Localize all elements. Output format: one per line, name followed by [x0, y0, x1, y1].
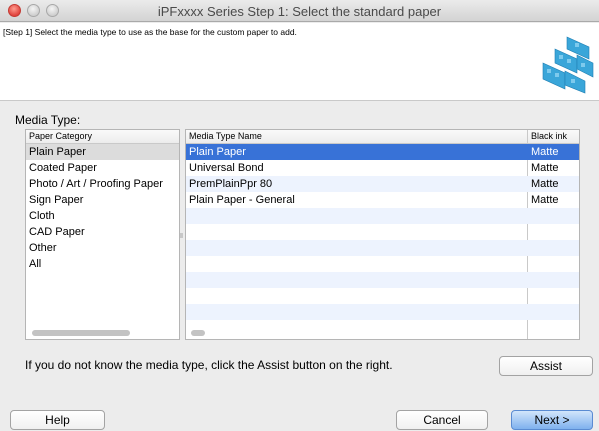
paper-category-header[interactable]: Paper Category	[26, 130, 179, 144]
empty-row	[186, 240, 579, 256]
media-name-cell: Plain Paper	[189, 146, 246, 158]
empty-row	[186, 288, 579, 304]
black-ink-cell: Matte	[531, 178, 559, 190]
step-instruction: [Step 1] Select the media type to use as…	[3, 27, 297, 37]
category-horizontal-scrollbar[interactable]	[32, 330, 130, 336]
category-item[interactable]: Plain Paper	[26, 144, 179, 160]
next-button[interactable]: Next >	[511, 410, 593, 430]
table-row[interactable]: Plain Paper Matte	[186, 144, 579, 160]
media-table-header: Media Type Name Black ink	[186, 130, 579, 144]
wizard-header: [Step 1] Select the media type to use as…	[0, 23, 599, 101]
window-title: iPFxxxx Series Step 1: Select the standa…	[157, 4, 442, 19]
category-item[interactable]: Photo / Art / Proofing Paper	[26, 176, 179, 192]
empty-row	[186, 208, 579, 224]
empty-row	[186, 304, 579, 320]
category-item[interactable]: Other	[26, 240, 179, 256]
empty-row	[186, 224, 579, 240]
media-name-cell: Plain Paper - General	[189, 194, 295, 206]
media-type-name-header[interactable]: Media Type Name	[189, 131, 262, 141]
black-ink-cell: Matte	[531, 194, 559, 206]
media-name-cell: Universal Bond	[189, 162, 264, 174]
paper-category-list[interactable]: Paper Category Plain Paper Coated Paper …	[25, 129, 180, 340]
black-ink-cell: Matte	[531, 146, 559, 158]
media-type-table[interactable]: Media Type Name Black ink Plain Paper Ma…	[185, 129, 580, 340]
table-row[interactable]: Plain Paper - General Matte	[186, 192, 579, 208]
empty-row	[186, 256, 579, 272]
category-item[interactable]: CAD Paper	[26, 224, 179, 240]
category-item[interactable]: Cloth	[26, 208, 179, 224]
black-ink-cell: Matte	[531, 162, 559, 174]
media-type-label: Media Type:	[15, 113, 81, 127]
cancel-button[interactable]: Cancel	[396, 410, 488, 430]
category-item[interactable]: Coated Paper	[26, 160, 179, 176]
table-row[interactable]: PremPlainPpr 80 Matte	[186, 176, 579, 192]
paper-stack-logo-icon	[542, 36, 594, 94]
assist-hint-text: If you do not know the media type, click…	[25, 358, 393, 372]
category-item[interactable]: All	[26, 256, 179, 272]
title-bar: iPFxxxx Series Step 1: Select the standa…	[0, 0, 599, 22]
media-name-cell: PremPlainPpr 80	[189, 178, 273, 190]
assist-button[interactable]: Assist	[499, 356, 593, 376]
help-button[interactable]: Help	[10, 410, 105, 430]
empty-row	[186, 320, 579, 336]
empty-row	[186, 272, 579, 288]
list-splitter-handle[interactable]	[180, 233, 183, 238]
category-item[interactable]: Sign Paper	[26, 192, 179, 208]
table-row[interactable]: Universal Bond Matte	[186, 160, 579, 176]
black-ink-header[interactable]: Black ink	[531, 130, 567, 143]
media-horizontal-scrollbar[interactable]	[191, 330, 205, 336]
